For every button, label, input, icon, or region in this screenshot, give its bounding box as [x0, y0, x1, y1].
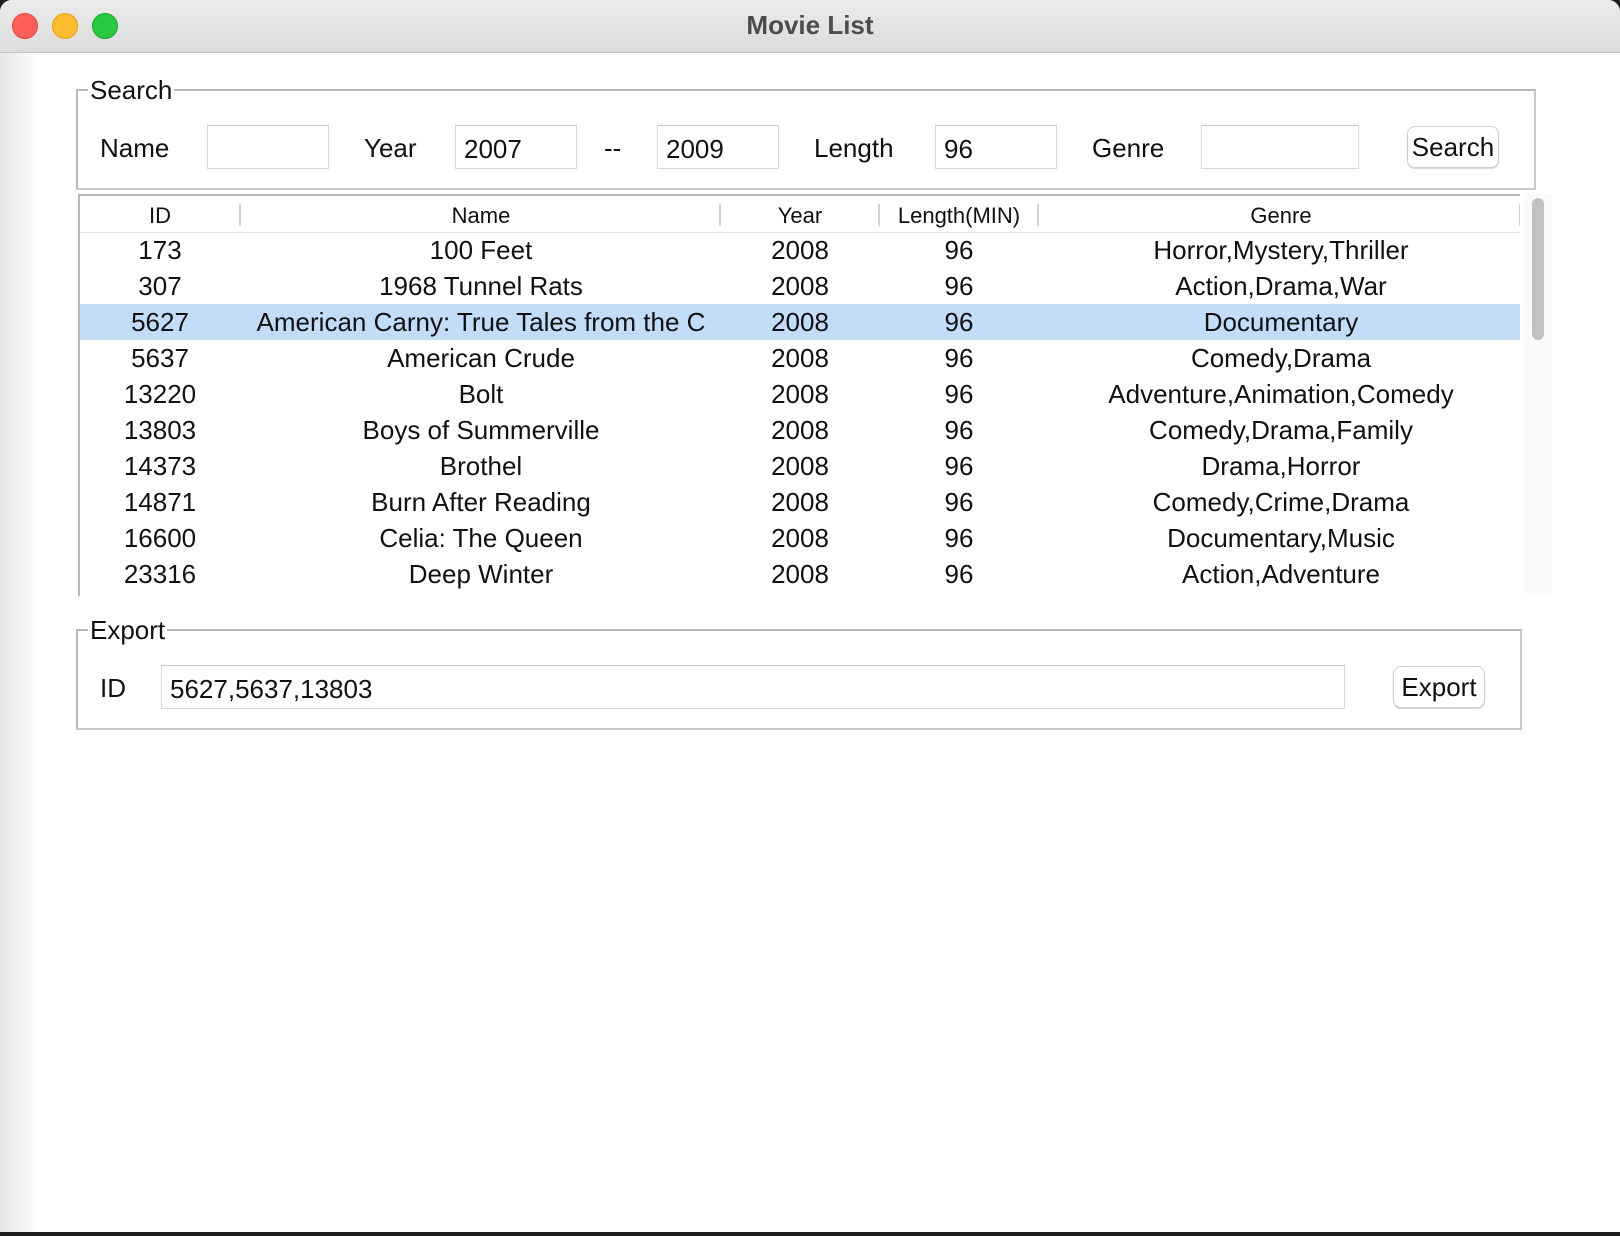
cell-length: 96 — [944, 307, 974, 337]
cell-name: Brothel — [439, 451, 523, 481]
export-button[interactable]: Export — [1393, 666, 1485, 708]
cell-name: Celia: The Queen — [379, 523, 583, 553]
export-id-input[interactable]: 5627,5637,13803 — [161, 665, 1345, 709]
table-row[interactable]: 5637 American Crude 2008 96 Comedy,Drama — [80, 340, 1520, 376]
cell-id: 307 — [138, 271, 182, 301]
column-header-year[interactable]: Year — [721, 196, 879, 232]
table-scrollbar-thumb[interactable] — [1532, 198, 1544, 340]
cell-id: 14871 — [123, 487, 197, 517]
table-header: ID Name Year Length(MIN) Genre — [80, 196, 1520, 233]
cell-id: 14373 — [123, 451, 197, 481]
table-row[interactable]: 13803 Boys of Summerville 2008 96 Comedy,Dra… — [80, 412, 1520, 448]
title-bar: Movie List — [0, 0, 1620, 53]
name-label: Name — [100, 133, 170, 163]
table-row[interactable]: 23316 Deep Winter 2008 96 Action,Adventure — [80, 556, 1520, 592]
name-input[interactable] — [207, 125, 329, 169]
table-row[interactable]: 16600 Celia: The Queen 2008 96 Documentary,M… — [80, 520, 1520, 556]
cell-genre: Drama,Horror — [1201, 451, 1361, 481]
export-group-legend: Export — [90, 615, 166, 645]
cell-id: 5627 — [131, 307, 189, 337]
column-header-genre[interactable]: Genre — [1039, 196, 1520, 232]
cell-length: 96 — [944, 271, 974, 301]
cell-length: 96 — [944, 523, 974, 553]
cell-year: 2008 — [771, 523, 829, 553]
genre-input[interactable] — [1201, 125, 1359, 169]
cell-length: 96 — [944, 559, 974, 589]
search-button[interactable]: Search — [1407, 126, 1499, 168]
column-header-id[interactable]: ID — [80, 196, 240, 232]
cell-genre: Comedy,Drama,Family — [1149, 415, 1413, 445]
genre-label: Genre — [1092, 133, 1165, 163]
cell-year: 2008 — [771, 487, 829, 517]
year-label: Year — [364, 133, 417, 163]
year-range-separator: -- — [604, 133, 622, 163]
column-divider[interactable] — [1519, 204, 1520, 226]
cell-length: 96 — [944, 379, 974, 409]
column-header-name[interactable]: Name — [241, 196, 721, 232]
cell-length: 96 — [944, 487, 974, 517]
window-edge-shade — [0, 53, 40, 1232]
length-label: Length — [814, 133, 894, 163]
results-table: ID Name Year Length(MIN) Genre 173 100 Fe… — [78, 194, 1520, 596]
cell-year: 2008 — [771, 271, 829, 301]
cell-name: Burn After Reading — [371, 487, 591, 517]
length-input[interactable]: 96 — [935, 125, 1057, 169]
cell-length: 96 — [944, 415, 974, 445]
cell-id: 13803 — [123, 415, 197, 445]
cell-genre: Comedy,Crime,Drama — [1152, 487, 1410, 517]
cell-genre: Documentary,Music — [1167, 523, 1395, 553]
cell-length: 96 — [944, 343, 974, 373]
cell-id: 23316 — [123, 559, 197, 589]
cell-id: 13220 — [123, 379, 197, 409]
table-row[interactable]: 5627 American Carny: True Tales from the … — [80, 304, 1520, 340]
export-id-label: ID — [100, 673, 126, 703]
cell-id: 5637 — [131, 343, 189, 373]
cell-name: Deep Winter — [408, 559, 554, 589]
year-from-input[interactable]: 2007 — [455, 125, 577, 169]
cell-year — [721, 592, 879, 596]
app-window: Movie List Search Name Year 2007 -- 2009… — [0, 0, 1620, 1232]
cell-length — [880, 592, 1038, 596]
cell-id: 16600 — [123, 523, 197, 553]
cell-year: 2008 — [771, 235, 829, 265]
cell-name: Bolt — [458, 379, 504, 409]
cell-genre: Comedy,Drama — [1190, 343, 1372, 373]
cell-length: 96 — [944, 451, 974, 481]
cell-name — [241, 592, 721, 596]
cell-genre: Horror,Mystery,Thriller — [1153, 235, 1409, 265]
search-group-legend: Search — [90, 75, 173, 105]
cell-name: 100 Feet — [429, 235, 533, 265]
table-row[interactable]: 13220 Bolt 2008 96 Adventure,Animation,Comed… — [80, 376, 1520, 412]
column-header-length[interactable]: Length(MIN) — [880, 196, 1038, 232]
cell-genre — [1039, 592, 1520, 596]
cell-genre: Action,Drama,War — [1175, 271, 1387, 301]
year-to-input[interactable]: 2009 — [657, 125, 779, 169]
cell-genre: Documentary — [1203, 307, 1359, 337]
cell-id: 173 — [138, 235, 182, 265]
cell-genre: Adventure,Animation,Comedy — [1108, 379, 1454, 409]
table-row[interactable]: 14871 Burn After Reading 2008 96 Comedy,Crim… — [80, 484, 1520, 520]
cell-name: 1968 Tunnel Rats — [379, 271, 583, 301]
table-row[interactable] — [80, 592, 1520, 596]
cell-year: 2008 — [771, 379, 829, 409]
cell-year: 2008 — [771, 415, 829, 445]
window-title: Movie List — [746, 10, 874, 40]
table-row[interactable]: 14373 Brothel 2008 96 Drama,Horror — [80, 448, 1520, 484]
cell-length: 96 — [944, 235, 974, 265]
table-row[interactable]: 173 100 Feet 2008 96 Horror,Mystery,Thriller — [80, 232, 1520, 268]
cell-year: 2008 — [771, 307, 829, 337]
cell-year: 2008 — [771, 559, 829, 589]
cell-id — [80, 592, 240, 596]
cell-name: Boys of Summerville — [362, 415, 600, 445]
cell-year: 2008 — [771, 451, 829, 481]
cell-name: American Carny: True Tales from the C — [256, 307, 706, 337]
cell-genre: Action,Adventure — [1181, 559, 1380, 589]
cell-year: 2008 — [771, 343, 829, 373]
cell-name: American Crude — [387, 343, 575, 373]
table-scrollbar[interactable] — [1524, 194, 1552, 594]
table-row[interactable]: 307 1968 Tunnel Rats 2008 96 Action,Drama,Wa… — [80, 268, 1520, 304]
